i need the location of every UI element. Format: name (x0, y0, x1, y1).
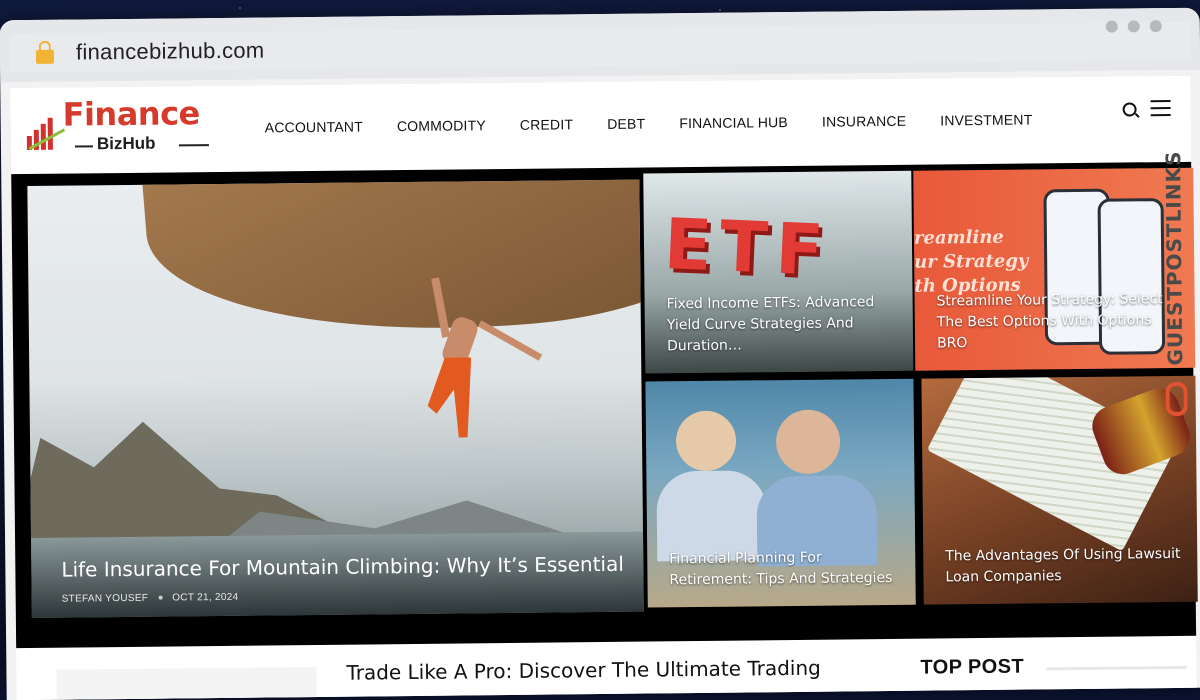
featured-grid: Life Insurance For Mountain Climbing: Wh… (11, 161, 1198, 649)
climber-image (406, 277, 543, 468)
logo-line (74, 145, 93, 148)
nav-item-insurance[interactable]: INSURANCE (822, 113, 906, 130)
featured-card-lawsuit[interactable]: The Advantages Of Using Lawsuit Loan Com… (921, 375, 1198, 605)
author-name[interactable]: STEFAN YOUSEF (62, 593, 149, 605)
post-thumbnail[interactable] (56, 667, 317, 700)
nav-item-investment[interactable]: INVESTMENT (940, 111, 1032, 128)
window-dot-icon[interactable] (1149, 20, 1162, 33)
nav-item-accountant[interactable]: ACCOUNTANT (265, 118, 363, 135)
site-logo[interactable]: Finance BizHub (26, 94, 227, 160)
web-page: Finance BizHub ACCOUNTANT COMMODITY CRED… (10, 75, 1198, 700)
nav-item-financial-hub[interactable]: FINANCIAL HUB (679, 114, 788, 131)
search-icon[interactable] (1122, 102, 1137, 117)
cliff-image (141, 179, 644, 354)
featured-card-retirement[interactable]: Financial Planning For Retirement: Tips … (645, 378, 916, 608)
link-icon (1165, 381, 1188, 417)
main-nav: ACCOUNTANT COMMODITY CREDIT DEBT FINANCI… (265, 111, 1067, 135)
menu-icon[interactable] (1150, 100, 1171, 121)
overlay-brand-text: GUESTPOSTLINKS (1161, 150, 1188, 366)
logo-finance-text: Finance (62, 94, 200, 134)
site-header: Finance BizHub ACCOUNTANT COMMODITY CRED… (10, 76, 1191, 172)
featured-main-meta: STEFAN YOUSEF OCT 21, 2024 (62, 592, 239, 605)
logo-line (178, 144, 209, 147)
featured-card-etf[interactable]: ETF Fixed Income ETFs: Advanced Yield Cu… (643, 170, 914, 374)
top-post-heading: TOP POST (920, 655, 1025, 679)
window-controls (1105, 20, 1162, 33)
nav-item-credit[interactable]: CREDIT (520, 116, 573, 133)
overlay-brand: GUESTPOSTLINKS (1157, 136, 1194, 426)
post-date: OCT 21, 2024 (172, 591, 239, 604)
card-title[interactable]: Streamline Your Strategy: Select The Bes… (937, 289, 1180, 355)
window-dot-icon[interactable] (1105, 20, 1118, 33)
browser-window: financebizhub.com Finance BizHub ACCOUNT… (0, 7, 1200, 700)
featured-main-card[interactable]: Life Insurance For Mountain Climbing: Wh… (27, 179, 644, 618)
etf-image-text: ETF (662, 202, 834, 292)
content-below: Trade Like A Pro: Discover The Ultimate … (16, 648, 1197, 700)
browser-chrome: financebizhub.com (0, 7, 1200, 83)
lock-icon (35, 49, 55, 64)
featured-card-options[interactable]: reamline ur Strategy th Options Streamline… (913, 167, 1196, 371)
nav-item-debt[interactable]: DEBT (607, 116, 645, 132)
card-title[interactable]: Fixed Income ETFs: Advanced Yield Curve … (667, 292, 898, 357)
url-text[interactable]: financebizhub.com (76, 38, 265, 66)
separator-dot (158, 595, 163, 601)
post-title[interactable]: Trade Like A Pro: Discover The Ultimate … (346, 656, 821, 685)
logo-bizhub-text: BizHub (96, 133, 156, 154)
card-title[interactable]: The Advantages Of Using Lawsuit Loan Com… (945, 544, 1181, 588)
nav-item-commodity[interactable]: COMMODITY (397, 117, 486, 134)
options-image-text: reamline ur Strategy th Options (913, 226, 1029, 297)
window-dot-icon[interactable] (1127, 20, 1140, 33)
card-title[interactable]: Financial Planning For Retirement: Tips … (669, 547, 899, 591)
person-face-image (675, 410, 737, 472)
person-face-image (775, 409, 841, 475)
address-bar[interactable]: financebizhub.com (9, 21, 1191, 73)
